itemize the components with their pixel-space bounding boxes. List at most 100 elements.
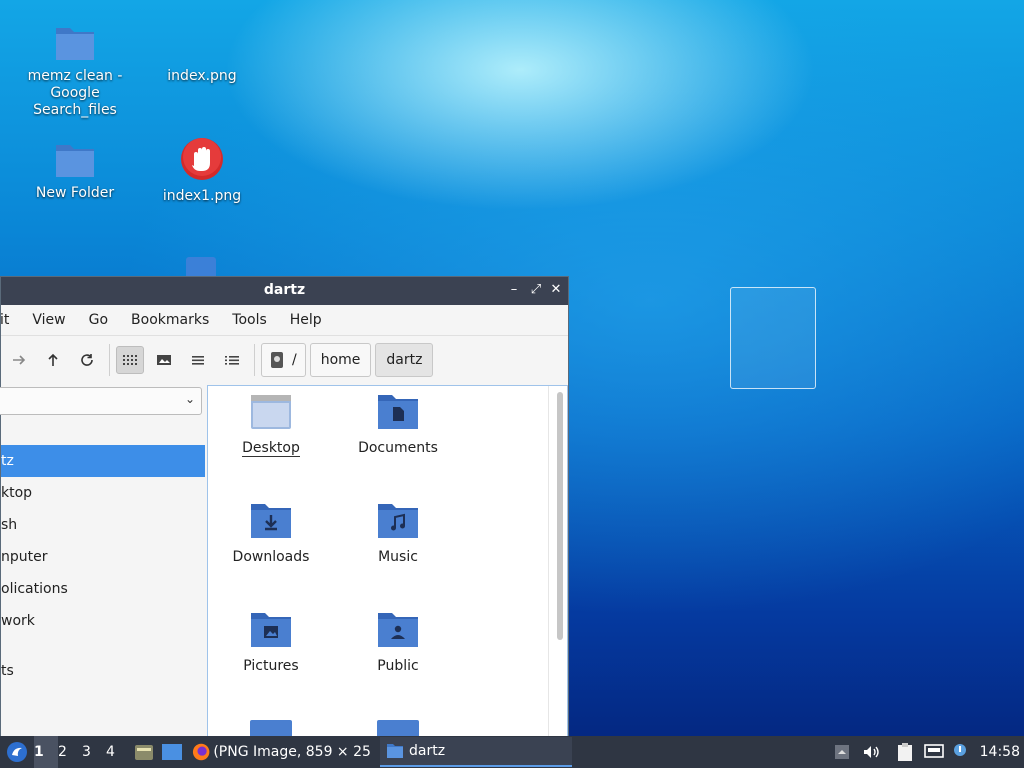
tray-expand-button[interactable] [828,736,856,768]
menu-bookmarks[interactable]: Bookmarks [131,312,209,328]
task-file-manager[interactable]: dartz [380,737,572,767]
music-folder-icon [378,504,418,538]
thumbnail-view-button[interactable] [150,346,178,374]
desktop-icon-label: index.png [167,68,237,84]
toolbar-separator [109,344,110,376]
window-titlebar[interactable]: dartz – ⤢ ✕ [1,277,568,305]
place-item-computer[interactable]: nputer [1,541,205,573]
update-icon [953,744,966,756]
toolbar: / home dartz [1,336,568,384]
file-label: Desktop [242,440,300,457]
arrow-right-icon [13,355,26,365]
detailed-list-icon [225,356,239,365]
reload-button[interactable] [73,346,101,374]
network-button[interactable] [920,736,948,768]
lxqt-logo-icon [7,742,27,762]
documents-folder-icon [378,395,418,429]
file-manager-window: dartz – ⤢ ✕ it View Go Bookmarks Tools H… [0,276,569,738]
file-item-desktop[interactable]: Desktop [211,392,331,457]
desktop-selection-rectangle [730,287,816,389]
public-folder-icon [378,613,418,647]
breadcrumb-home[interactable]: home [309,343,372,377]
minimize-button[interactable]: – [505,281,523,299]
up-button[interactable] [39,346,67,374]
task-label: dartz [409,743,446,759]
place-item-home[interactable]: tz [1,445,205,477]
scrollbar-thumb[interactable] [557,392,563,640]
workspace-4[interactable]: 4 [106,736,130,768]
firefox-icon [192,743,210,761]
menu-bar: it View Go Bookmarks Tools Help [0,305,568,336]
file-label: Downloads [232,549,310,565]
desktop-icon-index-png[interactable]: index.png [147,24,257,85]
folder-icon-partial [250,720,292,736]
file-manager-launcher[interactable] [130,736,158,768]
file-item-documents[interactable]: Documents [338,392,458,456]
window-title: dartz [263,282,306,298]
place-item-applications[interactable]: olications [1,573,205,605]
clipboard-button[interactable] [890,736,920,768]
start-menu-button[interactable] [0,736,34,768]
desktop-folder-icon [251,395,291,429]
file-item-public[interactable]: Public [338,610,458,674]
file-item-music[interactable]: Music [338,501,458,565]
side-pane-mode-select[interactable]: ⌄ [0,387,202,415]
pictures-folder-icon [251,613,291,647]
breadcrumb-label: dartz [386,352,423,368]
compact-view-button[interactable] [184,346,212,374]
file-label: Pictures [243,658,299,674]
stop-hand-icon [181,138,223,180]
desktop-icon-index1-png[interactable]: index1.png [147,136,257,205]
maximize-button[interactable]: ⤢ [527,281,545,299]
breadcrumb-dartz[interactable]: dartz [375,343,434,377]
folder-icon [56,145,94,177]
icon-view-button[interactable] [116,346,144,374]
desktop-icon-label: index1.png [162,188,242,204]
folder-icon-partial [377,720,419,736]
file-manager-icon [135,745,153,760]
partial-file-icon [186,257,216,277]
place-item-trash[interactable]: sh [1,509,205,541]
place-item-bookmarks[interactable]: ts [1,655,205,687]
workspace-1[interactable]: 1 [34,736,58,768]
file-item-downloads[interactable]: Downloads [211,501,331,565]
toolbar-separator [254,344,255,376]
file-icon-view[interactable]: Desktop Documents Downloads Music Pictur… [207,385,568,737]
menu-view[interactable]: View [32,312,65,328]
desktop-icon-memz-folder[interactable]: memz clean - Google Search_files [20,24,130,119]
file-label: Public [377,658,419,674]
menu-go[interactable]: Go [89,312,108,328]
image-icon [157,355,171,365]
detailed-view-button[interactable] [218,346,246,374]
taskbar: 1 2 3 4 (PNG Image, 859 × 25 ... dartz 1… [0,736,1024,768]
forward-button[interactable] [5,346,33,374]
task-firefox[interactable]: (PNG Image, 859 × 25 ... [186,737,380,767]
clipboard-icon [897,743,912,761]
chevron-down-icon: ⌄ [184,392,195,406]
reload-icon [81,354,93,366]
menu-help[interactable]: Help [290,312,322,328]
close-button[interactable]: ✕ [547,281,565,299]
update-notifier-button[interactable] [948,736,972,768]
workspace-2[interactable]: 2 [58,736,82,768]
desktop-icon-new-folder[interactable]: New Folder [20,141,130,202]
show-desktop-button[interactable] [158,736,186,768]
file-item-pictures[interactable]: Pictures [211,610,331,674]
desktop-icon [162,744,182,760]
clock[interactable]: 14:58 [972,736,1024,768]
folder-icon [56,28,94,60]
menu-tools[interactable]: Tools [232,312,267,328]
place-item-desktop[interactable]: ktop [1,477,205,509]
vertical-scrollbar[interactable] [548,386,567,736]
list-icon [192,356,204,365]
breadcrumb-label: / [292,352,297,368]
volume-button[interactable] [856,736,886,768]
workspace-3[interactable]: 3 [82,736,106,768]
place-item-network[interactable]: work [1,605,205,637]
breadcrumb-root[interactable]: / [261,343,306,377]
grid-icon [123,355,137,365]
chevron-up-icon [834,745,849,759]
folder-icon [387,744,403,758]
downloads-folder-icon [251,504,291,538]
menu-edit[interactable]: it [0,312,9,328]
